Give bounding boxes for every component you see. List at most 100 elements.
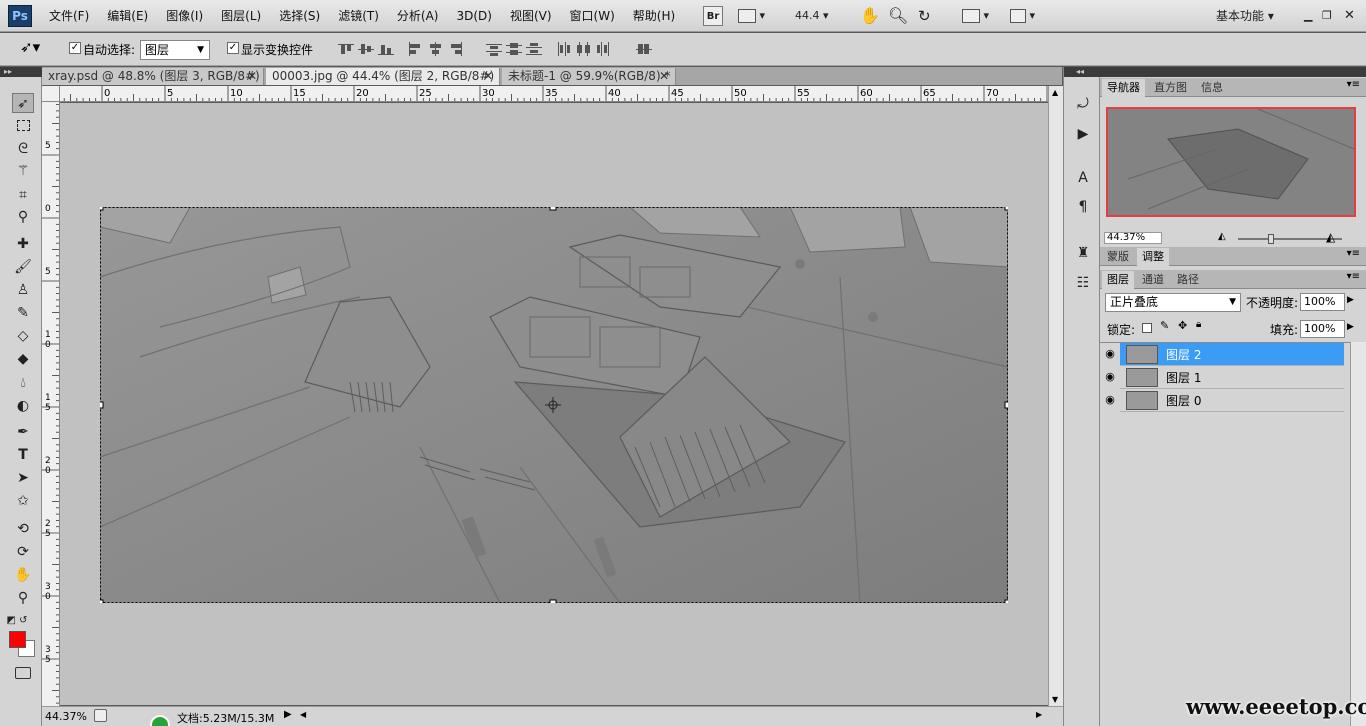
tab-untitled[interactable]: 未标题-1 @ 59.9%(RGB/8) * ✕ (502, 68, 676, 85)
blur-tool-icon[interactable]: 💧︎ (12, 373, 34, 393)
tab-histogram[interactable]: 直方图 (1149, 79, 1192, 97)
align-left-icon[interactable] (408, 42, 424, 56)
opacity-field[interactable]: 100% (1300, 293, 1345, 311)
menu-select[interactable]: 选择(S) (270, 0, 329, 32)
crop-tool-icon[interactable]: ⌗ (12, 185, 34, 205)
align-right-icon[interactable] (448, 42, 464, 56)
lock-transparency-icon[interactable] (1142, 323, 1152, 333)
restore-button[interactable]: ❐ (1322, 6, 1332, 26)
panel-menu-icon[interactable]: ▾≡ (1347, 248, 1360, 259)
auto-align-layers-icon[interactable] (636, 42, 652, 56)
lock-pixels-icon[interactable]: ✎ (1160, 319, 1169, 332)
horizontal-ruler[interactable]: 0 5 10 15 20 25 30 35 40 45 50 55 60 65 70 (60, 86, 1048, 102)
scroll-left-icon[interactable]: ◀ (300, 710, 306, 719)
brush-tool-icon[interactable]: 🖌︎ (12, 257, 34, 277)
distribute-top-icon[interactable] (486, 42, 502, 56)
path-selection-tool-icon[interactable]: ➤ (12, 468, 34, 488)
shape-tool-icon[interactable]: ✩ (12, 491, 34, 511)
tab-paths[interactable]: 路径 (1172, 271, 1204, 289)
fill-slider-arrow-icon[interactable]: ▶ (1347, 322, 1354, 332)
close-icon[interactable]: ✕ (247, 68, 257, 84)
auto-select-checkbox[interactable]: ✓ (69, 42, 81, 54)
align-vcenter-icon[interactable] (358, 42, 374, 56)
eye-icon[interactable]: ◉ (1100, 389, 1120, 412)
menu-filter[interactable]: 滤镜(T) (329, 0, 388, 32)
menu-image[interactable]: 图像(I) (157, 0, 212, 32)
character-panel-icon[interactable]: A (1072, 168, 1094, 188)
actions-panel-icon[interactable]: ▶ (1072, 124, 1094, 144)
menu-analysis[interactable]: 分析(A) (388, 0, 448, 32)
history-icon[interactable] (94, 709, 107, 722)
eyedropper-tool-icon[interactable]: ⚲ (12, 207, 34, 227)
zoom-icon[interactable]: 🔍︎ (888, 6, 908, 26)
panel-menu-icon[interactable]: ▾≡ (1347, 271, 1360, 282)
close-button[interactable]: ✕ (1344, 6, 1355, 26)
align-top-icon[interactable] (338, 42, 354, 56)
type-tool-icon[interactable]: T (12, 445, 34, 465)
hand-tool-icon[interactable]: ✋ (860, 6, 880, 26)
zoom-level-select[interactable]: 44.4 ▾ (795, 6, 839, 26)
opacity-slider-arrow-icon[interactable]: ▶ (1347, 295, 1354, 305)
tab-xray[interactable]: xray.psd @ 48.8% (图层 3, RGB/8#) *✕ (42, 68, 264, 99)
workspace-select[interactable]: 基本功能 ▾ (1216, 6, 1274, 26)
zoom-out-icon[interactable]: ◭ (1218, 231, 1226, 242)
minimize-button[interactable]: ▁ (1304, 6, 1312, 26)
close-icon[interactable]: ✕ (483, 68, 493, 84)
transform-bounding-box[interactable] (100, 207, 1008, 603)
tab-layers[interactable]: 图层 (1102, 271, 1134, 289)
extras-button[interactable]: ▾ (738, 6, 774, 26)
tool-presets-panel-icon[interactable]: ☷ (1072, 273, 1094, 293)
pen-tool-icon[interactable]: ✒ (12, 422, 34, 442)
scroll-down-icon[interactable]: ▼ (1052, 695, 1058, 704)
layer-row[interactable]: 图层 1 (1120, 366, 1344, 389)
quick-mask-icon[interactable] (12, 663, 34, 683)
eye-icon[interactable]: ◉ (1100, 343, 1120, 366)
tab-adjustments[interactable]: 调整 (1137, 248, 1169, 266)
show-transform-checkbox[interactable]: ✓ (227, 42, 239, 54)
bridge-button[interactable]: Br (703, 6, 723, 26)
paint-bucket-tool-icon[interactable]: ◆ (12, 349, 34, 369)
layer-name[interactable]: 图层 2 (1166, 346, 1201, 363)
hand-tool-icon[interactable]: ✋ (12, 565, 34, 585)
vertical-scrollbar[interactable]: ▲ ▼ (1048, 86, 1063, 706)
close-icon[interactable]: ✕ (659, 68, 669, 84)
lock-all-icon[interactable]: 🔒︎ (1196, 319, 1201, 330)
healing-brush-tool-icon[interactable]: ✚ (12, 234, 34, 254)
clone-source-panel-icon[interactable]: ♜ (1072, 243, 1094, 263)
auto-select-target-select[interactable]: 图层 ▼ (140, 40, 210, 60)
rotate-view-icon[interactable]: ↻ (918, 6, 931, 26)
menu-3d[interactable]: 3D(D) (447, 0, 500, 32)
blend-mode-select[interactable]: 正片叠底 ▼ (1105, 293, 1241, 312)
tab-info[interactable]: 信息 (1196, 79, 1228, 97)
magic-wand-tool-icon[interactable]: ⚚ (12, 161, 34, 181)
scroll-up-icon[interactable]: ▲ (1052, 88, 1058, 97)
navigator-zoom-field[interactable]: 44.37% (1104, 232, 1162, 244)
marquee-tool-icon[interactable] (12, 117, 34, 137)
3d-rotate-tool-icon[interactable]: ⟲ (12, 519, 34, 539)
move-tool-icon[interactable]: ➶▾ (20, 38, 40, 56)
lock-position-icon[interactable]: ✥ (1178, 319, 1187, 332)
eye-icon[interactable]: ◉ (1100, 366, 1120, 389)
eraser-tool-icon[interactable]: ◇ (12, 326, 34, 346)
menu-view[interactable]: 视图(V) (501, 0, 561, 32)
menu-edit[interactable]: 编辑(E) (98, 0, 157, 32)
canvas-area[interactable] (60, 103, 1048, 705)
navigator-preview[interactable] (1106, 107, 1356, 217)
distribute-left-icon[interactable] (556, 42, 572, 56)
status-menu-arrow-icon[interactable]: ▶ (284, 709, 292, 720)
layer-row[interactable]: 图层 2 (1120, 343, 1344, 366)
slider-thumb[interactable] (1268, 234, 1274, 244)
distribute-vcenter-icon[interactable] (506, 42, 522, 56)
layers-scrollbar[interactable] (1350, 342, 1366, 726)
menu-help[interactable]: 帮助(H) (624, 0, 684, 32)
menu-window[interactable]: 窗口(W) (561, 0, 624, 32)
menu-file[interactable]: 文件(F) (40, 0, 98, 32)
tab-masks[interactable]: 蒙版 (1102, 248, 1134, 266)
tab-navigator[interactable]: 导航器 (1102, 79, 1145, 97)
document-image[interactable] (100, 207, 1008, 603)
distribute-right-icon[interactable] (596, 42, 612, 56)
clone-stamp-tool-icon[interactable]: ♙ (12, 280, 34, 300)
vertical-ruler[interactable]: 505101520253035 (42, 102, 60, 706)
layer-name[interactable]: 图层 0 (1166, 392, 1201, 409)
layer-name[interactable]: 图层 1 (1166, 369, 1201, 386)
